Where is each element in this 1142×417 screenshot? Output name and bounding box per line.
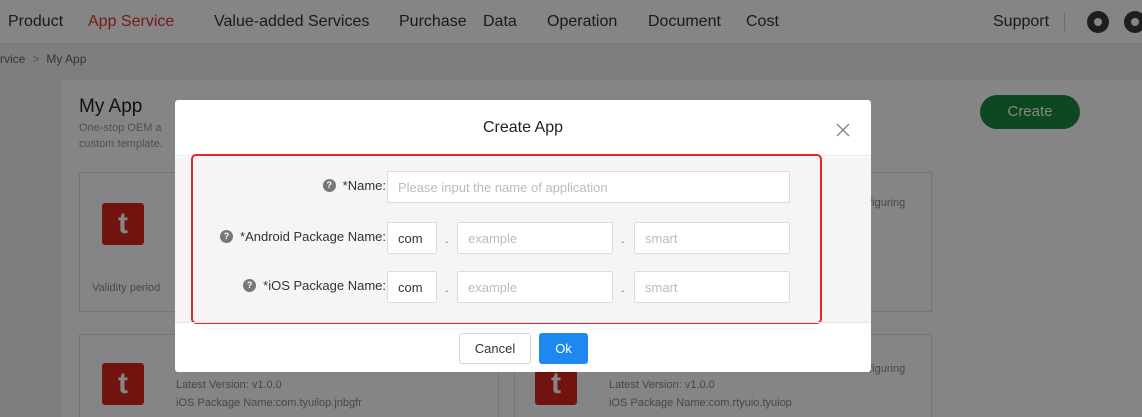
modal-overlay[interactable]: Create App ? *Name: ? *Android Packag xyxy=(0,0,1142,417)
form-row-ios: ? *iOS Package Name: . . xyxy=(175,270,871,304)
ios-label-text: *iOS Package Name: xyxy=(263,278,386,293)
dialog-form: ? *Name: ? *Android Package Name: . . xyxy=(175,154,871,324)
ios-middle-input[interactable] xyxy=(457,271,613,303)
dot-separator: . xyxy=(445,280,449,295)
ios-suffix-input[interactable] xyxy=(634,271,790,303)
dialog-footer: Cancel Ok xyxy=(175,322,871,372)
ios-label: ? *iOS Package Name: xyxy=(243,278,386,293)
dialog-header: Create App xyxy=(175,100,871,156)
form-row-name: ? *Name: xyxy=(175,170,871,204)
ok-button[interactable]: Ok xyxy=(539,333,588,364)
android-middle-input[interactable] xyxy=(457,222,613,254)
android-prefix-input[interactable] xyxy=(387,222,437,254)
help-icon[interactable]: ? xyxy=(243,279,257,292)
name-label-text: *Name: xyxy=(342,178,386,193)
dot-separator: . xyxy=(621,280,625,295)
help-icon[interactable]: ? xyxy=(322,179,336,192)
close-icon[interactable] xyxy=(835,122,851,138)
android-label: ? *Android Package Name: xyxy=(220,229,386,244)
name-label: ? *Name: xyxy=(322,178,386,193)
dot-separator: . xyxy=(445,231,449,246)
create-app-dialog: Create App ? *Name: ? *Android Packag xyxy=(175,100,871,372)
app-name-input[interactable] xyxy=(387,171,790,203)
ios-prefix-input[interactable] xyxy=(387,271,437,303)
cancel-button[interactable]: Cancel xyxy=(459,333,531,364)
dot-separator: . xyxy=(621,231,625,246)
android-suffix-input[interactable] xyxy=(634,222,790,254)
dialog-title: Create App xyxy=(482,119,564,136)
help-icon[interactable]: ? xyxy=(220,230,234,243)
form-row-android: ? *Android Package Name: . . xyxy=(175,221,871,255)
android-label-text: *Android Package Name: xyxy=(240,229,386,244)
